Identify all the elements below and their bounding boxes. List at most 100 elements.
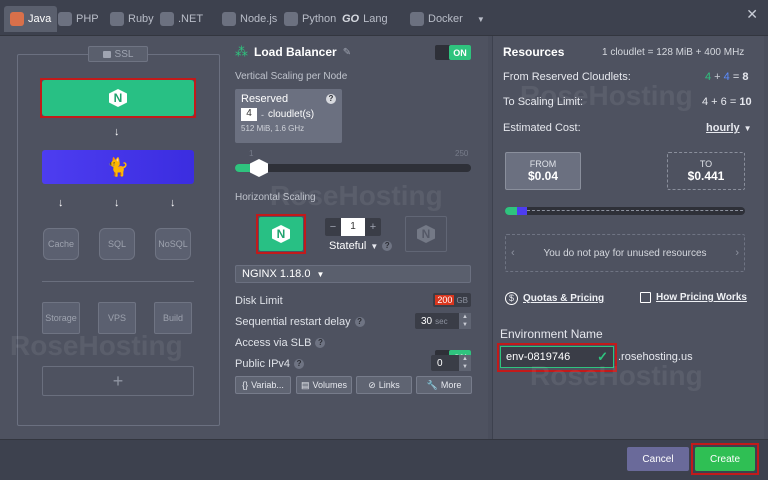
storage-node[interactable]: Storage xyxy=(42,302,80,334)
scaling-limit-label: To Scaling Limit: xyxy=(503,96,584,108)
nginx-icon: N xyxy=(272,225,290,243)
nginx-balancer-node[interactable]: N xyxy=(42,80,194,116)
cost-period-dropdown[interactable]: hourly ▼ xyxy=(706,122,752,134)
chevron-down-icon[interactable]: ▼ xyxy=(477,15,485,24)
ipv4-input[interactable]: 0 ▲ ▼ xyxy=(431,355,471,371)
volumes-button[interactable]: ▤ Volumes xyxy=(296,376,352,394)
dotnet-icon xyxy=(160,12,174,26)
ipv4-row: Public IPv4 ? xyxy=(235,358,305,370)
help-icon[interactable]: ? xyxy=(354,317,365,327)
tab-go-lang[interactable]: GO Lang xyxy=(342,8,388,30)
ruby-icon xyxy=(110,12,124,26)
disk-limit-input[interactable]: 200 GB xyxy=(433,293,471,307)
cancel-button[interactable]: Cancel xyxy=(627,447,689,471)
environment-name-input[interactable]: env-0819746 ✓ xyxy=(500,346,614,368)
tab-nodejs[interactable]: Node.js xyxy=(222,8,277,30)
dialog-footer: Cancel Create xyxy=(0,439,768,480)
chevron-down-icon: ▼ xyxy=(743,123,752,133)
engine-tab-bar: Java PHP Ruby .NET Node.js Python GO Lan… xyxy=(0,0,768,36)
braces-icon: {} xyxy=(242,380,249,390)
node-toggle[interactable]: ON xyxy=(435,45,471,60)
slider-max: 250 xyxy=(455,149,469,158)
reserved-input[interactable]: 4 xyxy=(241,108,257,121)
node-title: ⁂ Load Balancer ✎ xyxy=(235,44,352,59)
horizontal-scaling-label: Horizontal Scaling xyxy=(235,192,316,203)
arrow-down-icon: ↓ xyxy=(114,126,120,138)
cloudlet-info: 1 cloudlet = 128 MiB + 400 MHz xyxy=(602,47,745,58)
link-icon: ⊘ xyxy=(368,379,376,390)
quotas-pricing-link[interactable]: $ Quotas & Pricing xyxy=(505,292,604,305)
help-icon[interactable]: ? xyxy=(382,241,393,251)
help-icon[interactable]: ? xyxy=(294,359,305,369)
dollar-icon: $ xyxy=(505,292,518,305)
tab-dotnet[interactable]: .NET xyxy=(160,8,203,30)
version-select[interactable]: NGINX 1.18.0 ▼ xyxy=(235,265,471,283)
nginx-instance[interactable]: N xyxy=(259,217,303,251)
vertical-scaling-label: Vertical Scaling per Node xyxy=(235,71,348,82)
wrench-icon: 🔧 xyxy=(426,379,438,390)
tomcat-app-node[interactable]: 🐈 xyxy=(42,150,194,184)
arrow-down-icon: ↓ xyxy=(114,197,120,209)
tab-java[interactable]: Java xyxy=(4,6,58,32)
links-button[interactable]: ⊘ Links xyxy=(356,376,412,394)
divider xyxy=(42,281,194,282)
plus-icon[interactable]: + xyxy=(365,221,381,233)
variables-button[interactable]: {} Variab... xyxy=(235,376,291,394)
reserved-box: Reserved ? 4 - cloudlet(s) 512 MiB, 1.6 … xyxy=(235,89,342,143)
reserved-cloudlets-value: 4 + 4 = 8 xyxy=(705,71,749,83)
create-button[interactable]: Create xyxy=(695,447,755,471)
go-icon: GO xyxy=(342,13,360,25)
edit-icon[interactable]: ✎ xyxy=(343,47,351,58)
to-price-box: TO $0.441 xyxy=(667,152,745,190)
more-button[interactable]: 🔧 More xyxy=(416,376,472,394)
book-icon xyxy=(640,292,651,303)
build-node[interactable]: Build xyxy=(154,302,192,334)
reserved-cloudlets-label: From Reserved Cloudlets: xyxy=(503,71,631,83)
chevron-left-icon: ‹ xyxy=(511,247,515,259)
python-icon xyxy=(284,12,298,26)
vertical-scaling-slider[interactable] xyxy=(235,164,471,172)
vps-node[interactable]: VPS xyxy=(98,302,136,334)
tomcat-icon: 🐈 xyxy=(106,156,130,177)
cache-node[interactable]: Cache xyxy=(43,228,79,260)
load-balancer-icon: ⁂ xyxy=(235,44,248,59)
from-price-box: FROM $0.04 xyxy=(505,152,581,190)
help-icon[interactable]: ? xyxy=(315,338,326,348)
nginx-icon: N xyxy=(417,225,435,243)
lock-icon xyxy=(102,50,111,58)
price-range-bar xyxy=(505,207,745,215)
nosql-node[interactable]: NoSQL xyxy=(155,228,191,260)
tab-ruby[interactable]: Ruby xyxy=(110,8,154,30)
estimated-cost-label: Estimated Cost: xyxy=(503,122,581,134)
how-pricing-works-link[interactable]: How Pricing Works xyxy=(640,292,747,303)
checkmark-icon: ✓ xyxy=(597,349,608,364)
ssl-button[interactable]: SSL xyxy=(88,46,148,62)
restart-delay-input[interactable]: 30 sec ▲ ▼ xyxy=(415,313,471,329)
spinner-icon[interactable]: ▲ ▼ xyxy=(459,313,471,329)
close-icon[interactable]: ✕ xyxy=(746,6,758,23)
tab-python[interactable]: Python xyxy=(284,8,336,30)
help-icon[interactable]: ? xyxy=(326,94,336,104)
add-node-button[interactable]: + xyxy=(42,366,194,396)
restart-delay-row: Sequential restart delay ? xyxy=(235,316,365,328)
scaling-limit-value: 4 + 6 = 10 xyxy=(702,96,752,108)
volumes-icon: ▤ xyxy=(300,379,310,390)
docker-icon xyxy=(410,12,424,26)
environment-domain: .rosehosting.us xyxy=(618,351,693,363)
java-icon xyxy=(10,12,24,26)
chevron-down-icon: ▼ xyxy=(370,241,379,251)
arrow-down-icon: ↓ xyxy=(170,197,176,209)
disk-limit-label: Disk Limit xyxy=(235,295,283,307)
unused-resources-note: ‹ You do not pay for unused resources › xyxy=(505,234,745,272)
resources-title: Resources xyxy=(503,45,565,59)
chevron-down-icon: ▼ xyxy=(316,269,325,279)
tab-docker[interactable]: Docker ▼ xyxy=(410,8,485,30)
minus-icon[interactable]: − xyxy=(325,221,341,233)
tab-php[interactable]: PHP xyxy=(58,8,99,30)
spinner-icon[interactable]: ▲ ▼ xyxy=(459,355,471,371)
node-count-stepper[interactable]: − 1 + xyxy=(325,218,381,236)
nodejs-icon xyxy=(222,12,236,26)
sql-node[interactable]: SQL xyxy=(99,228,135,260)
stateful-dropdown[interactable]: Stateful ▼ ? xyxy=(329,240,393,252)
nginx-ghost-instance: N xyxy=(405,216,447,252)
